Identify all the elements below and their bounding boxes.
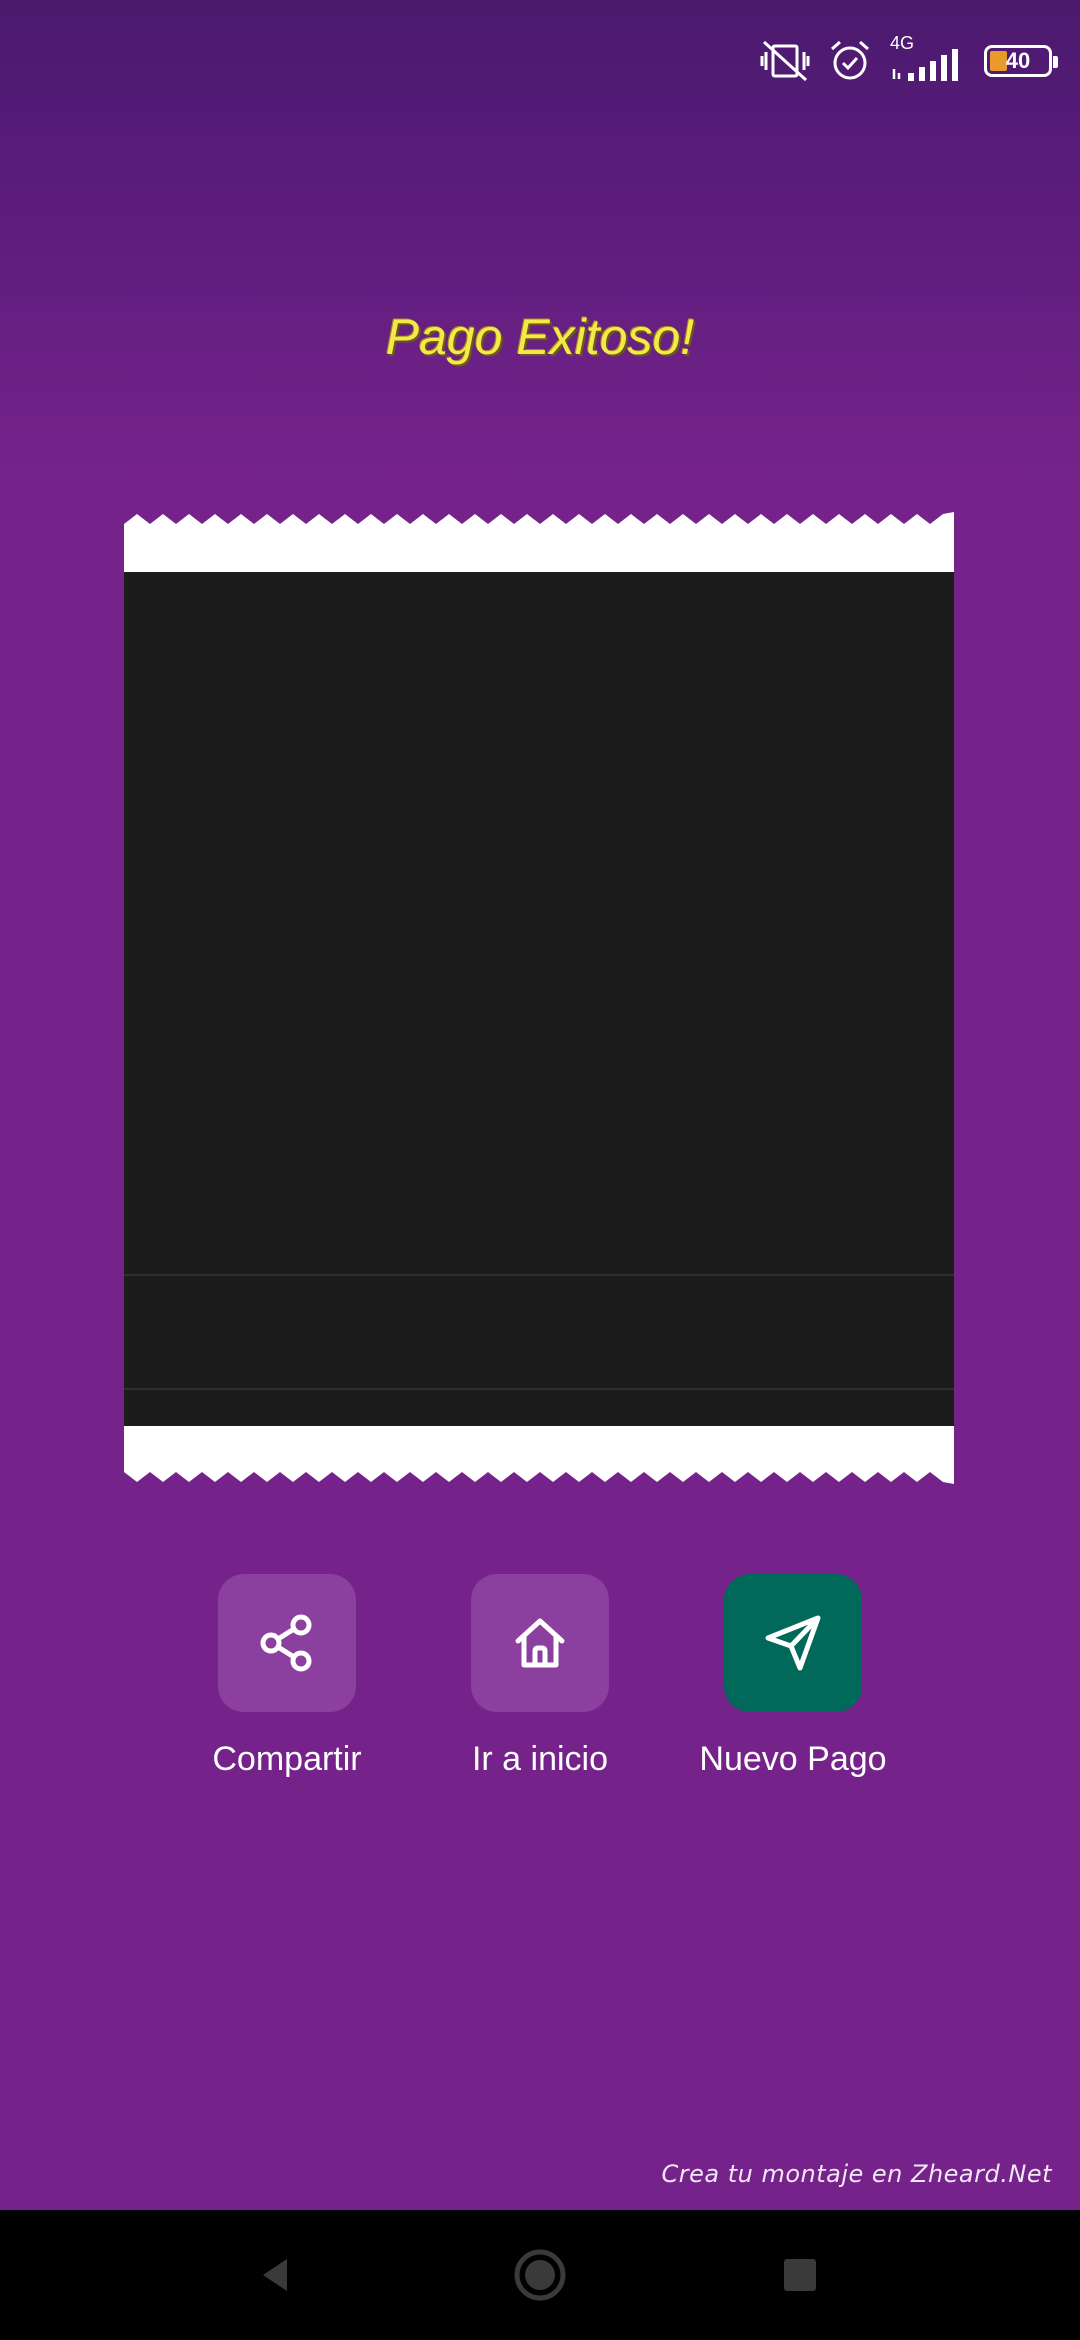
home-label: Ir a inicio	[471, 1740, 609, 1778]
receipt-card	[124, 512, 954, 1484]
home-nav-button[interactable]	[480, 2210, 600, 2340]
back-icon	[263, 2259, 287, 2291]
share-action[interactable]: Compartir	[157, 1574, 417, 1779]
back-button[interactable]	[215, 2210, 335, 2340]
battery-level: 40	[1005, 48, 1031, 73]
status-bar: 4G 40	[0, 0, 1080, 120]
receipt-divider	[124, 1274, 954, 1276]
new-payment-label: Nuevo Pago	[699, 1740, 887, 1778]
page-title: Pago Exitoso!	[385, 309, 695, 365]
new-payment-button[interactable]	[724, 1574, 862, 1712]
action-bar: Compartir Ir a inicio Nuevo Pago	[0, 1574, 1080, 1794]
share-label: Compartir	[212, 1740, 362, 1778]
alarm-icon	[831, 40, 869, 80]
send-icon	[765, 1615, 821, 1671]
home-circle-icon	[514, 2249, 566, 2301]
home-icon	[515, 1618, 565, 1668]
watermark-text: Crea tu montaje en Zheard.Net	[661, 2160, 1052, 2188]
receipt-content	[124, 572, 954, 1428]
battery-icon: 40	[984, 45, 1058, 77]
navigation-bar	[0, 2210, 1080, 2340]
new-payment-action[interactable]: Nuevo Pago	[663, 1574, 923, 1779]
signal-icon: 4G	[890, 33, 966, 83]
receipt-top-zigzag	[124, 512, 954, 524]
receipt-bottom-zigzag	[124, 1472, 954, 1484]
share-button[interactable]	[218, 1574, 356, 1712]
share-icon	[260, 1614, 312, 1672]
receipt-divider	[124, 1388, 954, 1390]
home-action[interactable]: Ir a inicio	[410, 1574, 670, 1779]
recents-button[interactable]	[740, 2210, 860, 2340]
recents-icon	[784, 2259, 816, 2291]
vibrate-off-icon	[760, 40, 810, 82]
home-button[interactable]	[471, 1574, 609, 1712]
